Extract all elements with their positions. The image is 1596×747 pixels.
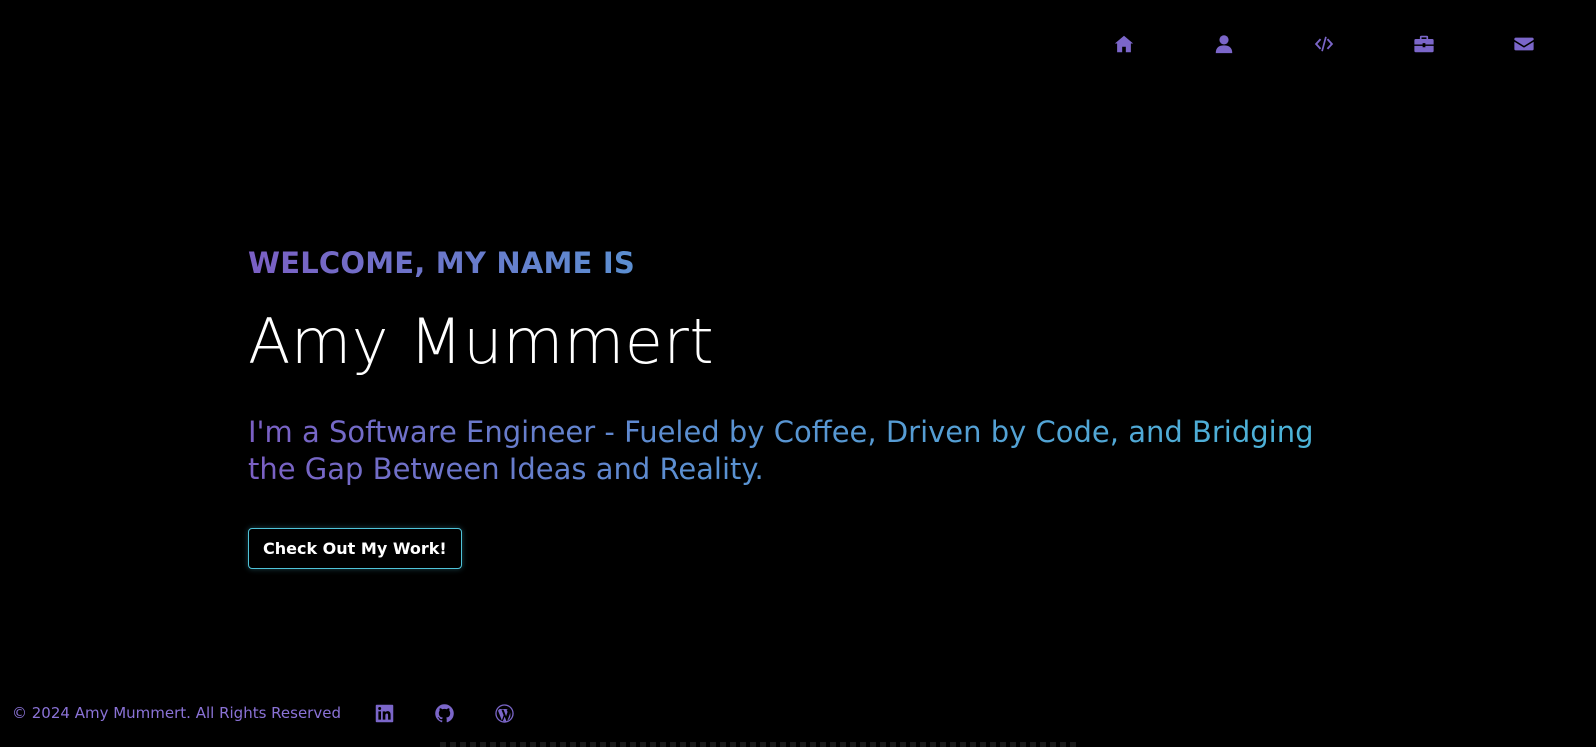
nav-work[interactable]	[1374, 30, 1474, 58]
linkedin-icon	[376, 704, 394, 722]
welcome-heading: WELCOME, MY NAME IS	[248, 246, 635, 280]
social-links	[355, 700, 535, 726]
wordpress-link[interactable]	[475, 700, 535, 726]
code-icon	[1314, 36, 1334, 52]
top-nav	[1074, 30, 1574, 58]
linkedin-link[interactable]	[355, 700, 415, 726]
github-icon	[435, 703, 455, 722]
cut-off-footer-text	[440, 742, 1080, 747]
hero-section: WELCOME, MY NAME IS Amy Mummert I'm a So…	[248, 246, 1348, 570]
user-icon	[1215, 35, 1233, 54]
home-icon	[1114, 35, 1134, 53]
footer: © 2024 Amy Mummert. All Rights Reserved	[12, 700, 535, 726]
nav-about[interactable]	[1174, 30, 1274, 58]
nav-skills[interactable]	[1274, 30, 1374, 58]
wordpress-icon	[495, 703, 515, 723]
nav-contact[interactable]	[1474, 30, 1574, 58]
briefcase-icon	[1414, 35, 1434, 53]
envelope-icon	[1514, 37, 1534, 51]
github-link[interactable]	[415, 700, 475, 726]
nav-home[interactable]	[1074, 30, 1174, 58]
check-out-work-button[interactable]: Check Out My Work!	[248, 528, 462, 570]
hero-tagline: I'm a Software Engineer - Fueled by Coff…	[248, 414, 1338, 488]
hero-name: Amy Mummert	[248, 305, 715, 378]
page: WELCOME, MY NAME IS Amy Mummert I'm a So…	[0, 0, 1596, 747]
copyright-text: © 2024 Amy Mummert. All Rights Reserved	[12, 704, 341, 722]
